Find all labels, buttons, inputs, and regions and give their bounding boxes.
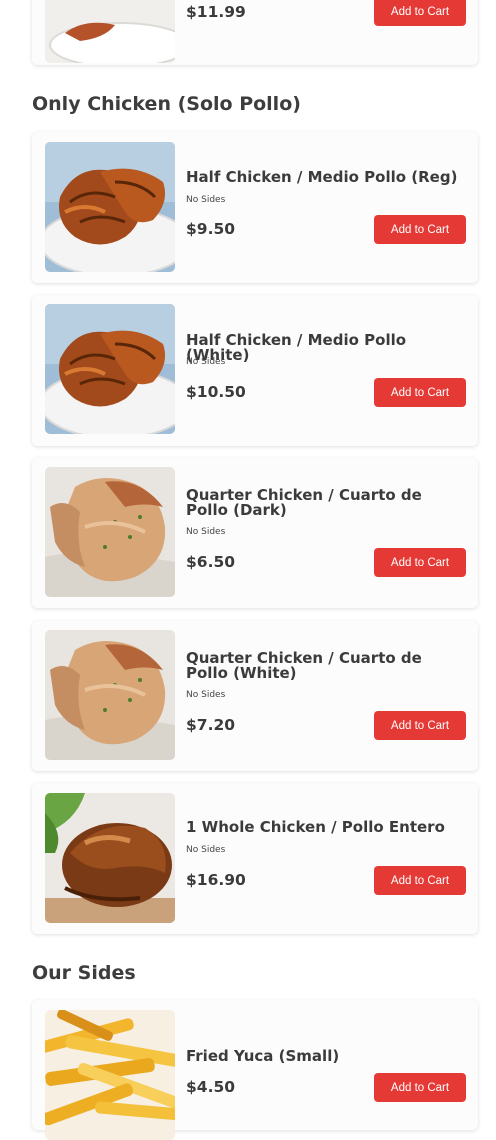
item-name: Quarter Chicken / Cuarto de Pollo (White… [186, 649, 422, 682]
add-to-cart-button[interactable]: Add to Cart [374, 215, 466, 244]
section-title-only-chicken: Only Chicken (Solo Pollo) [32, 93, 301, 115]
menu-item-card[interactable]: 1 Whole Chicken / Pollo Entero No Sides … [32, 783, 478, 934]
item-name: 1 Whole Chicken / Pollo Entero [186, 818, 445, 836]
item-price: $4.50 [186, 1078, 236, 1096]
item-name: Quarter Chicken / Cuarto de Pollo (Dark) [186, 486, 422, 519]
menu-item-card: $11.99 Add to Cart [32, 0, 478, 65]
item-image [45, 304, 175, 434]
item-image [45, 0, 175, 63]
item-sides-note: No Sides [186, 357, 226, 367]
item-price: $9.50 [186, 220, 236, 238]
section-title-our-sides: Our Sides [32, 962, 136, 984]
item-price: $16.90 [186, 871, 246, 889]
item-name: Half Chicken / Medio Pollo (Reg) [186, 168, 458, 186]
item-image [45, 793, 175, 923]
item-price: $6.50 [186, 553, 236, 571]
menu-item-card[interactable]: Fried Yuca (Small) $4.50 Add to Cart [32, 1000, 478, 1140]
add-to-cart-button[interactable]: Add to Cart [374, 1073, 466, 1102]
add-to-cart-button[interactable]: Add to Cart [374, 378, 466, 407]
item-image [45, 1010, 175, 1140]
add-to-cart-button[interactable]: Add to Cart [374, 548, 466, 577]
menu-item-card[interactable]: Quarter Chicken / Cuarto de Pollo (White… [32, 621, 478, 771]
item-sides-note: No Sides [186, 690, 226, 700]
item-name: Fried Yuca (Small) [186, 1047, 340, 1065]
add-to-cart-button[interactable]: Add to Cart [374, 711, 466, 740]
item-price: $7.20 [186, 716, 236, 734]
item-image [45, 142, 175, 272]
menu-item-card[interactable]: Quarter Chicken / Cuarto de Pollo (Dark)… [32, 458, 478, 608]
item-sides-note: No Sides [186, 195, 226, 205]
item-price: $11.99 [186, 3, 246, 21]
menu-item-card[interactable]: Half Chicken / Medio Pollo (White) No Si… [32, 295, 478, 446]
item-sides-note: No Sides [186, 845, 226, 855]
item-price: $10.50 [186, 383, 246, 401]
item-name: Half Chicken / Medio Pollo (White) [186, 331, 407, 364]
add-to-cart-button[interactable]: Add to Cart [374, 866, 466, 895]
add-to-cart-button[interactable]: Add to Cart [374, 0, 466, 26]
item-image [45, 630, 175, 760]
item-image [45, 467, 175, 597]
menu-item-card[interactable]: Half Chicken / Medio Pollo (Reg) No Side… [32, 132, 478, 283]
item-sides-note: No Sides [186, 527, 226, 537]
